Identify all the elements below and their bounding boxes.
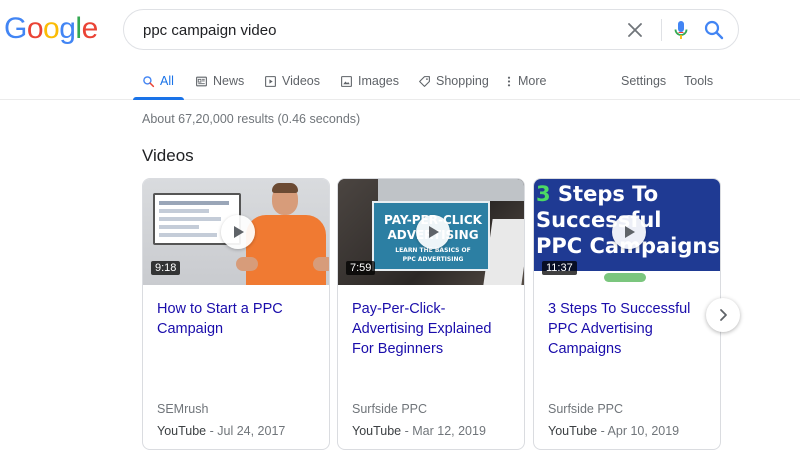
video-platform: YouTube — [548, 424, 598, 438]
video-title[interactable]: Pay-Per-Click- Advertising Explained For… — [352, 299, 512, 359]
video-duration: 9:18 — [151, 261, 181, 275]
tab-all[interactable]: All — [142, 71, 174, 91]
search-tabs: All News Videos Images Shopping More Set… — [0, 62, 800, 100]
logo-letter: e — [81, 12, 99, 45]
video-card[interactable]: 3 Steps To Successful PPC Campaigns 11:3… — [533, 178, 721, 450]
tab-label: Shopping — [436, 74, 489, 88]
title-line: How to Start a PPC — [157, 301, 283, 317]
logo-letter: g — [59, 12, 76, 45]
video-meta: YouTube - Mar 12, 2019 — [352, 424, 486, 438]
channel-logo — [604, 273, 646, 282]
tab-label: All — [160, 74, 174, 88]
news-icon — [196, 76, 207, 86]
tab-label: Images — [358, 74, 399, 88]
video-platform: YouTube — [157, 424, 207, 438]
video-source: Surfside PPC — [352, 402, 428, 416]
tab-more[interactable]: More — [505, 71, 546, 91]
mic-icon[interactable] — [669, 18, 693, 42]
thumbnail-art — [313, 257, 329, 271]
video-card[interactable]: PAY-PER-CLICK ADVERTISING LEARN THE BASI… — [337, 178, 525, 450]
video-date: - Mar 12, 2019 — [404, 424, 486, 438]
video-card[interactable]: 9:18 How to Start a PPC Campaign SEMrush… — [142, 178, 330, 450]
logo-letter: o — [26, 12, 44, 45]
video-title[interactable]: How to Start a PPC Campaign — [157, 299, 317, 339]
video-icon — [265, 75, 276, 87]
title-line: Campaign — [157, 321, 224, 337]
active-tab-indicator — [133, 97, 184, 100]
logo-letter: o — [43, 12, 60, 45]
video-duration: 11:37 — [542, 261, 577, 275]
title-line: Pay-Per-Click- — [352, 301, 446, 317]
play-icon[interactable] — [221, 215, 255, 249]
thumbnail-art — [272, 183, 298, 193]
tab-shopping[interactable]: Shopping — [418, 71, 489, 91]
play-icon[interactable] — [612, 215, 646, 249]
video-date: - Apr 10, 2019 — [600, 424, 680, 438]
title-line: PPC Advertising — [548, 321, 653, 337]
search-box — [123, 9, 739, 50]
video-source: SEMrush — [157, 402, 209, 416]
search-input[interactable] — [143, 19, 603, 41]
result-stats: About 67,20,000 results (0.46 seconds) — [142, 112, 361, 126]
video-meta: YouTube - Apr 10, 2019 — [548, 424, 679, 438]
tab-images[interactable]: Images — [340, 71, 399, 91]
play-icon[interactable] — [416, 215, 450, 249]
title-line: 3 Steps To Successful — [548, 301, 691, 317]
video-title[interactable]: 3 Steps To Successful PPC Advertising Ca… — [548, 299, 708, 359]
thumbnail-art — [378, 179, 524, 201]
google-logo[interactable]: Google — [4, 12, 98, 46]
tab-videos[interactable]: Videos — [264, 71, 320, 91]
section-title: Videos — [142, 146, 194, 165]
title-line: Advertising Explained — [352, 321, 492, 337]
tab-news[interactable]: News — [195, 71, 244, 91]
title-line: For Beginners — [352, 341, 444, 357]
search-icon — [143, 75, 155, 87]
divider — [661, 19, 662, 41]
more-vert-icon — [507, 76, 511, 86]
tools-link[interactable]: Tools — [684, 71, 713, 91]
video-source: Surfside PPC — [548, 402, 624, 416]
tab-label: Videos — [282, 74, 320, 88]
image-icon — [341, 75, 352, 87]
video-thumbnail[interactable]: 3 Steps To Successful PPC Campaigns 11:3… — [534, 179, 720, 285]
search-icon[interactable] — [702, 18, 726, 42]
thumbnail-text: PPC ADVERTISING — [402, 256, 464, 263]
thumbnail-art — [246, 215, 326, 285]
carousel-next-button[interactable] — [706, 298, 740, 332]
settings-link[interactable]: Settings — [621, 71, 666, 91]
video-platform: YouTube — [352, 424, 402, 438]
tab-label: More — [518, 74, 547, 88]
thumbnail-art — [236, 257, 258, 271]
tag-icon — [419, 75, 430, 87]
video-thumbnail[interactable]: 9:18 — [143, 179, 329, 285]
thumbnail-text: 3 — [536, 182, 551, 206]
tab-label: News — [213, 74, 245, 88]
video-duration: 7:59 — [346, 261, 376, 275]
close-icon[interactable] — [625, 20, 645, 40]
thumbnail-text: Steps To — [550, 182, 659, 206]
logo-letter: G — [4, 12, 27, 45]
video-thumbnail[interactable]: PAY-PER-CLICK ADVERTISING LEARN THE BASI… — [338, 179, 524, 285]
video-meta: YouTube - Jul 24, 2017 — [157, 424, 285, 438]
title-line: Campaigns — [548, 341, 622, 357]
chevron-right-icon — [720, 309, 727, 321]
video-date: - Jul 24, 2017 — [209, 424, 286, 438]
